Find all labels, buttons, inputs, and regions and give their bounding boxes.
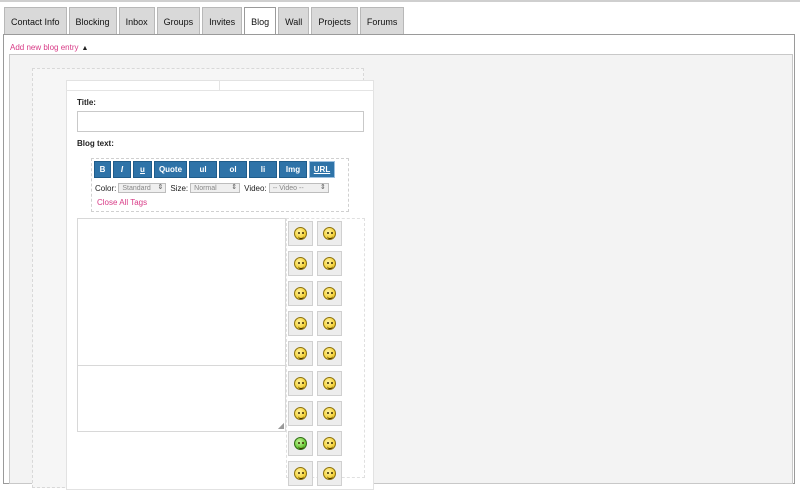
tab-forums[interactable]: Forums bbox=[359, 7, 405, 35]
color-select[interactable]: Standard ⇕ bbox=[118, 183, 167, 193]
worried-icon[interactable] bbox=[317, 371, 342, 396]
shocked-icon[interactable] bbox=[317, 341, 342, 366]
tongue-icon[interactable] bbox=[288, 311, 313, 336]
tab-projects[interactable]: Projects bbox=[311, 7, 358, 35]
smiley-panel bbox=[286, 218, 365, 486]
blog-text-label: Blog text: bbox=[77, 139, 114, 148]
video-select-value: -- Video -- bbox=[272, 184, 304, 192]
grin-icon[interactable] bbox=[317, 251, 342, 276]
li-button[interactable]: li bbox=[249, 161, 277, 178]
tab-blocking[interactable]: Blocking bbox=[68, 7, 117, 35]
bold-button[interactable]: B bbox=[94, 161, 111, 178]
select-arrows-icon: ⇕ bbox=[157, 184, 164, 191]
size-select-value: Normal bbox=[194, 184, 217, 192]
tab-blog[interactable]: Blog bbox=[244, 7, 277, 36]
italic-button[interactable]: I bbox=[113, 161, 131, 178]
select-arrows-icon: ⇕ bbox=[319, 184, 326, 191]
sleepy-icon[interactable] bbox=[288, 461, 313, 486]
sick-icon[interactable] bbox=[288, 431, 313, 456]
add-blog-entry-link[interactable]: Add new blog entry ▲ bbox=[10, 43, 88, 52]
sad-icon[interactable] bbox=[317, 461, 342, 486]
quote-button[interactable]: Quote bbox=[154, 161, 187, 178]
color-select-value: Standard bbox=[122, 184, 151, 192]
smirk-icon[interactable] bbox=[317, 281, 342, 306]
tab-invites[interactable]: Invites bbox=[202, 7, 243, 35]
size-select[interactable]: Normal ⇕ bbox=[190, 183, 241, 193]
format-buttons: B I u Quote ul ol li Img URL bbox=[94, 161, 335, 178]
profile-tabs: Contact Info Blocking Inbox Groups Invit… bbox=[4, 7, 405, 36]
tab-groups[interactable]: Groups bbox=[156, 7, 201, 35]
big-grin-icon[interactable] bbox=[317, 311, 342, 336]
color-label: Color: bbox=[95, 183, 117, 193]
blog-text-textarea[interactable]: ◢ bbox=[77, 218, 286, 432]
size-label: Size: bbox=[170, 183, 189, 193]
tab-contact-info[interactable]: Contact Info bbox=[4, 7, 67, 35]
tab-wall[interactable]: Wall bbox=[278, 7, 310, 35]
neutral-icon[interactable] bbox=[288, 401, 313, 426]
format-options-row: Color: Standard ⇕ Size: Normal ⇕ Video: --… bbox=[95, 183, 333, 193]
resize-grip-icon[interactable]: ◢ bbox=[278, 421, 284, 430]
ul-button[interactable]: ul bbox=[189, 161, 217, 178]
title-label: Title: bbox=[77, 98, 96, 107]
video-label: Video: bbox=[244, 183, 267, 193]
tab-inbox[interactable]: Inbox bbox=[118, 7, 155, 35]
img-button[interactable]: Img bbox=[279, 161, 307, 178]
top-divider bbox=[0, 0, 800, 2]
happy-icon[interactable] bbox=[288, 371, 313, 396]
underline-button[interactable]: u bbox=[133, 161, 152, 178]
form-card-header bbox=[66, 80, 374, 91]
angry-icon[interactable] bbox=[317, 431, 342, 456]
title-input[interactable] bbox=[77, 111, 364, 132]
url-button[interactable]: URL bbox=[309, 161, 335, 178]
ol-button[interactable]: ol bbox=[219, 161, 247, 178]
add-blog-entry-label: Add new blog entry bbox=[10, 43, 79, 52]
caret-up-icon: ▲ bbox=[81, 45, 89, 52]
smile-icon[interactable] bbox=[288, 221, 313, 246]
close-all-tags-link[interactable]: Close All Tags bbox=[97, 198, 147, 207]
textarea-divider bbox=[78, 365, 285, 366]
confused-icon[interactable] bbox=[317, 401, 342, 426]
surprised-icon[interactable] bbox=[288, 341, 313, 366]
cool-icon[interactable] bbox=[288, 251, 313, 276]
video-select[interactable]: -- Video -- ⇕ bbox=[268, 183, 329, 193]
select-arrows-icon: ⇕ bbox=[231, 184, 238, 191]
laugh-icon[interactable] bbox=[288, 281, 313, 306]
wink-icon[interactable] bbox=[317, 221, 342, 246]
